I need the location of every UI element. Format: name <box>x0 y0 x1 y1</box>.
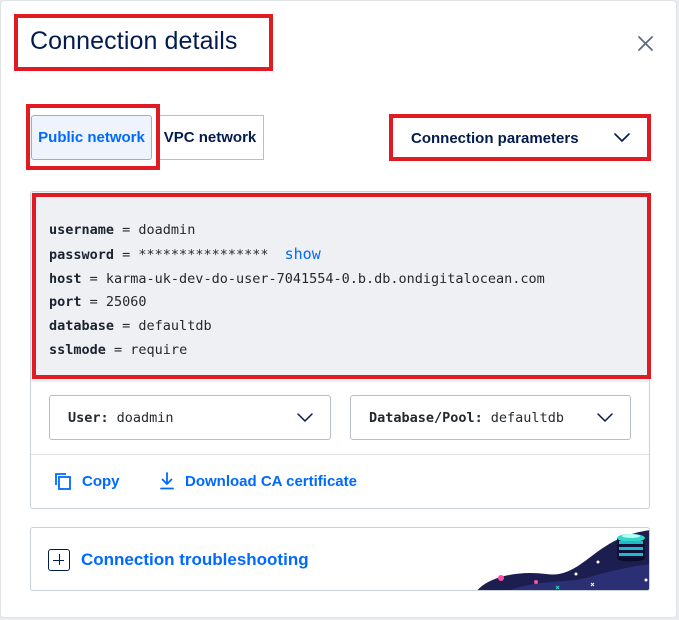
close-icon[interactable] <box>633 31 659 57</box>
highlight-connection-parameters <box>389 114 651 161</box>
connection-details-dialog: Connection details Public network VPC ne… <box>0 0 677 618</box>
copy-label: Copy <box>82 472 120 490</box>
tab-vpc-network[interactable]: VPC network <box>156 115 264 160</box>
connection-troubleshooting-label: Connection troubleshooting <box>81 550 309 569</box>
download-label: Download CA certificate <box>185 472 357 490</box>
chevron-down-icon <box>296 409 314 431</box>
plus-box-icon <box>48 549 70 571</box>
highlight-title <box>14 14 273 71</box>
download-ca-certificate-button[interactable]: Download CA certificate <box>159 472 357 490</box>
highlight-public-network <box>26 104 160 170</box>
copy-button[interactable]: Copy <box>54 472 120 490</box>
database-pool-select-label: Database/Pool: <box>369 409 483 426</box>
copy-icon <box>55 473 71 490</box>
highlight-connection-string <box>32 193 651 379</box>
database-pool-select[interactable]: Database/Pool: defaultdb <box>350 395 631 440</box>
user-select[interactable]: User: doadmin <box>49 395 331 440</box>
connection-troubleshooting-panel[interactable]: Connection troubleshooting <box>30 527 650 591</box>
user-select-label: User: <box>68 409 109 426</box>
user-select-value: doadmin <box>116 409 174 426</box>
chevron-down-icon <box>596 409 614 431</box>
download-icon <box>160 472 174 490</box>
database-illustration <box>477 530 649 590</box>
database-pool-select-value: defaultdb <box>490 409 564 426</box>
divider <box>31 454 649 455</box>
